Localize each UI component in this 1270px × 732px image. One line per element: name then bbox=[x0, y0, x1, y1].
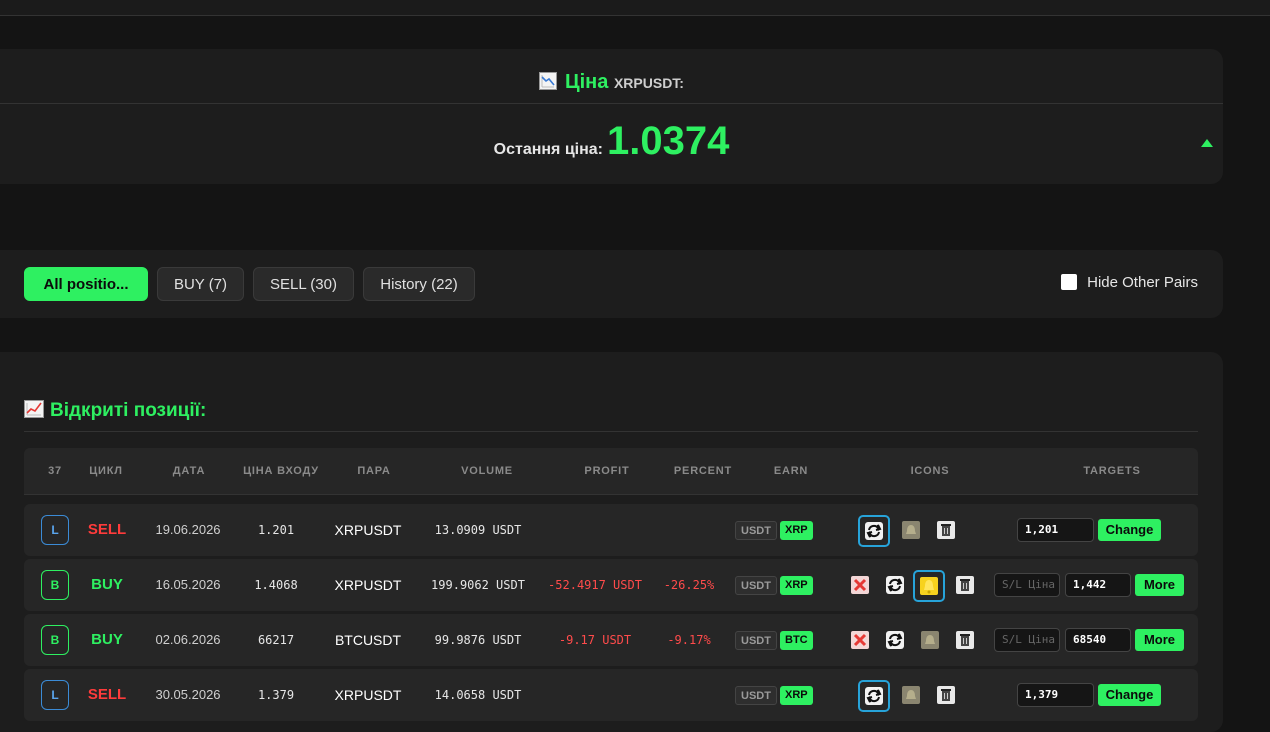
price-card: Ціна XRPUSDT: Остання ціна: 1.0374 bbox=[0, 49, 1223, 184]
top-bar bbox=[0, 0, 1270, 16]
earn-usdt-tag[interactable]: USDT bbox=[735, 521, 777, 540]
position-type-badge: L bbox=[41, 680, 69, 710]
column-header-volume: VOLUME bbox=[461, 465, 513, 477]
close-icon[interactable] bbox=[851, 631, 869, 649]
chart-up-icon bbox=[24, 400, 44, 418]
target-price-input[interactable]: 1,201 bbox=[1017, 518, 1094, 542]
trash-icon[interactable] bbox=[937, 686, 955, 704]
table-row: B BUY 16.05.2026 1.4068 XRPUSDT 199.9062… bbox=[24, 559, 1198, 611]
date-cell: 30.05.2026 bbox=[155, 687, 221, 702]
last-price-row: Остання ціна: 1.0374 bbox=[0, 119, 1223, 164]
position-type-badge: L bbox=[41, 515, 69, 545]
target-price-input[interactable]: 1,379 bbox=[1017, 683, 1094, 707]
position-type-badge: B bbox=[41, 625, 69, 655]
swap-icon[interactable] bbox=[886, 631, 904, 649]
date-cell: 16.05.2026 bbox=[155, 577, 221, 592]
stop-loss-input[interactable]: S/L Ціна bbox=[994, 573, 1060, 597]
entry-price-cell: 66217 bbox=[257, 633, 295, 647]
more-button[interactable]: More bbox=[1135, 574, 1184, 596]
stop-loss-input[interactable]: S/L Ціна bbox=[994, 628, 1060, 652]
positions-title-text: Відкриті позиції: bbox=[50, 400, 207, 421]
filter-bar: All positio... BUY (7) SELL (30) History… bbox=[0, 250, 1223, 318]
earn-coin-tag[interactable]: XRP bbox=[780, 576, 813, 595]
profit-cell: -9.17 USDT bbox=[558, 633, 632, 647]
column-header-cycle: ЦИКЛ bbox=[89, 465, 123, 477]
side-label: BUY bbox=[91, 576, 123, 593]
positions-title: Відкриті позиції: bbox=[24, 400, 206, 422]
trash-icon[interactable] bbox=[956, 576, 974, 594]
side-label: BUY bbox=[91, 631, 123, 648]
volume-cell: 13.0909 USDT bbox=[434, 523, 522, 537]
pair-cell: BTCUSDT bbox=[334, 632, 402, 648]
chart-down-icon bbox=[539, 72, 558, 90]
swap-icon[interactable] bbox=[886, 576, 904, 594]
percent-cell: -26.25% bbox=[663, 578, 715, 592]
earn-usdt-tag[interactable]: USDT bbox=[735, 686, 777, 705]
column-header-icons: ICONS bbox=[910, 465, 950, 477]
tab-all-positions[interactable]: All positio... bbox=[24, 267, 148, 301]
volume-cell: 199.9062 USDT bbox=[431, 578, 525, 592]
last-price-value: 1.0374 bbox=[607, 119, 730, 163]
entry-price-cell: 1.4068 bbox=[254, 578, 298, 592]
column-header-count: 37 bbox=[48, 465, 62, 477]
pair-cell: XRPUSDT bbox=[334, 577, 402, 593]
trash-icon[interactable] bbox=[937, 521, 955, 539]
close-icon[interactable] bbox=[851, 576, 869, 594]
change-button[interactable]: Change bbox=[1098, 684, 1161, 706]
hide-other-pairs-label: Hide Other Pairs bbox=[1087, 274, 1198, 291]
column-header-targets: TARGETS bbox=[1083, 465, 1141, 477]
percent-cell: -9.17% bbox=[667, 633, 711, 647]
entry-price-cell: 1.201 bbox=[257, 523, 295, 537]
pair-cell: XRPUSDT bbox=[334, 687, 402, 703]
earn-coin-tag[interactable]: XRP bbox=[780, 686, 813, 705]
trash-icon[interactable] bbox=[956, 631, 974, 649]
bell-icon[interactable] bbox=[902, 686, 920, 704]
hide-other-pairs-checkbox[interactable] bbox=[1061, 274, 1078, 290]
earn-usdt-tag[interactable]: USDT bbox=[735, 576, 777, 595]
pair-cell: XRPUSDT bbox=[334, 522, 402, 538]
earn-coin-tag[interactable]: XRP bbox=[780, 521, 813, 540]
table-row: L SELL 30.05.2026 1.379 XRPUSDT 14.0658 … bbox=[24, 669, 1198, 721]
column-header-earn: EARN bbox=[773, 465, 809, 477]
target-price-input[interactable]: 1,442 bbox=[1065, 573, 1131, 597]
volume-cell: 14.0658 USDT bbox=[434, 688, 522, 702]
divider bbox=[0, 103, 1223, 104]
change-button[interactable]: Change bbox=[1098, 519, 1161, 541]
table-row: B BUY 02.06.2026 66217 BTCUSDT 99.9876 U… bbox=[24, 614, 1198, 666]
column-header-entry-price: ЦІНА ВХОДУ bbox=[243, 465, 319, 477]
date-cell: 02.06.2026 bbox=[155, 632, 221, 647]
entry-price-cell: 1.379 bbox=[257, 688, 295, 702]
swap-icon[interactable] bbox=[858, 680, 890, 712]
last-price-label: Остання ціна: bbox=[493, 141, 603, 158]
bell-icon[interactable] bbox=[921, 631, 939, 649]
price-label: Ціна bbox=[565, 71, 609, 93]
side-label: SELL bbox=[87, 521, 127, 538]
trend-up-icon bbox=[1201, 139, 1213, 147]
volume-cell: 99.9876 USDT bbox=[434, 633, 522, 647]
bell-icon[interactable] bbox=[902, 521, 920, 539]
position-type-badge: B bbox=[41, 570, 69, 600]
swap-icon[interactable] bbox=[858, 515, 890, 547]
column-header-pair: ПАРА bbox=[357, 465, 391, 477]
profit-cell: -52.4917 USDT bbox=[548, 578, 642, 592]
earn-usdt-tag[interactable]: USDT bbox=[735, 631, 777, 650]
tab-buy[interactable]: BUY (7) bbox=[157, 267, 244, 301]
earn-coin-tag[interactable]: BTC bbox=[780, 631, 813, 650]
price-title: Ціна XRPUSDT: bbox=[0, 71, 1223, 94]
bell-icon[interactable] bbox=[913, 570, 945, 602]
tab-sell[interactable]: SELL (30) bbox=[253, 267, 354, 301]
column-header-profit: PROFIT bbox=[584, 465, 630, 477]
hide-other-pairs-toggle[interactable]: Hide Other Pairs bbox=[1061, 274, 1198, 291]
price-pair: XRPUSDT: bbox=[613, 75, 684, 91]
table-row: L SELL 19.06.2026 1.201 XRPUSDT 13.0909 … bbox=[24, 504, 1198, 556]
tab-history[interactable]: History (22) bbox=[363, 267, 475, 301]
side-label: SELL bbox=[87, 686, 127, 703]
date-cell: 19.06.2026 bbox=[155, 522, 221, 537]
target-price-input[interactable]: 68540 bbox=[1065, 628, 1131, 652]
table-header: 37 ЦИКЛ ДАТА ЦІНА ВХОДУ ПАРА VOLUME PROF… bbox=[24, 448, 1198, 495]
more-button[interactable]: More bbox=[1135, 629, 1184, 651]
column-header-percent: PERCENT bbox=[673, 465, 733, 477]
column-header-date: ДАТА bbox=[172, 465, 206, 477]
divider bbox=[24, 431, 1198, 432]
